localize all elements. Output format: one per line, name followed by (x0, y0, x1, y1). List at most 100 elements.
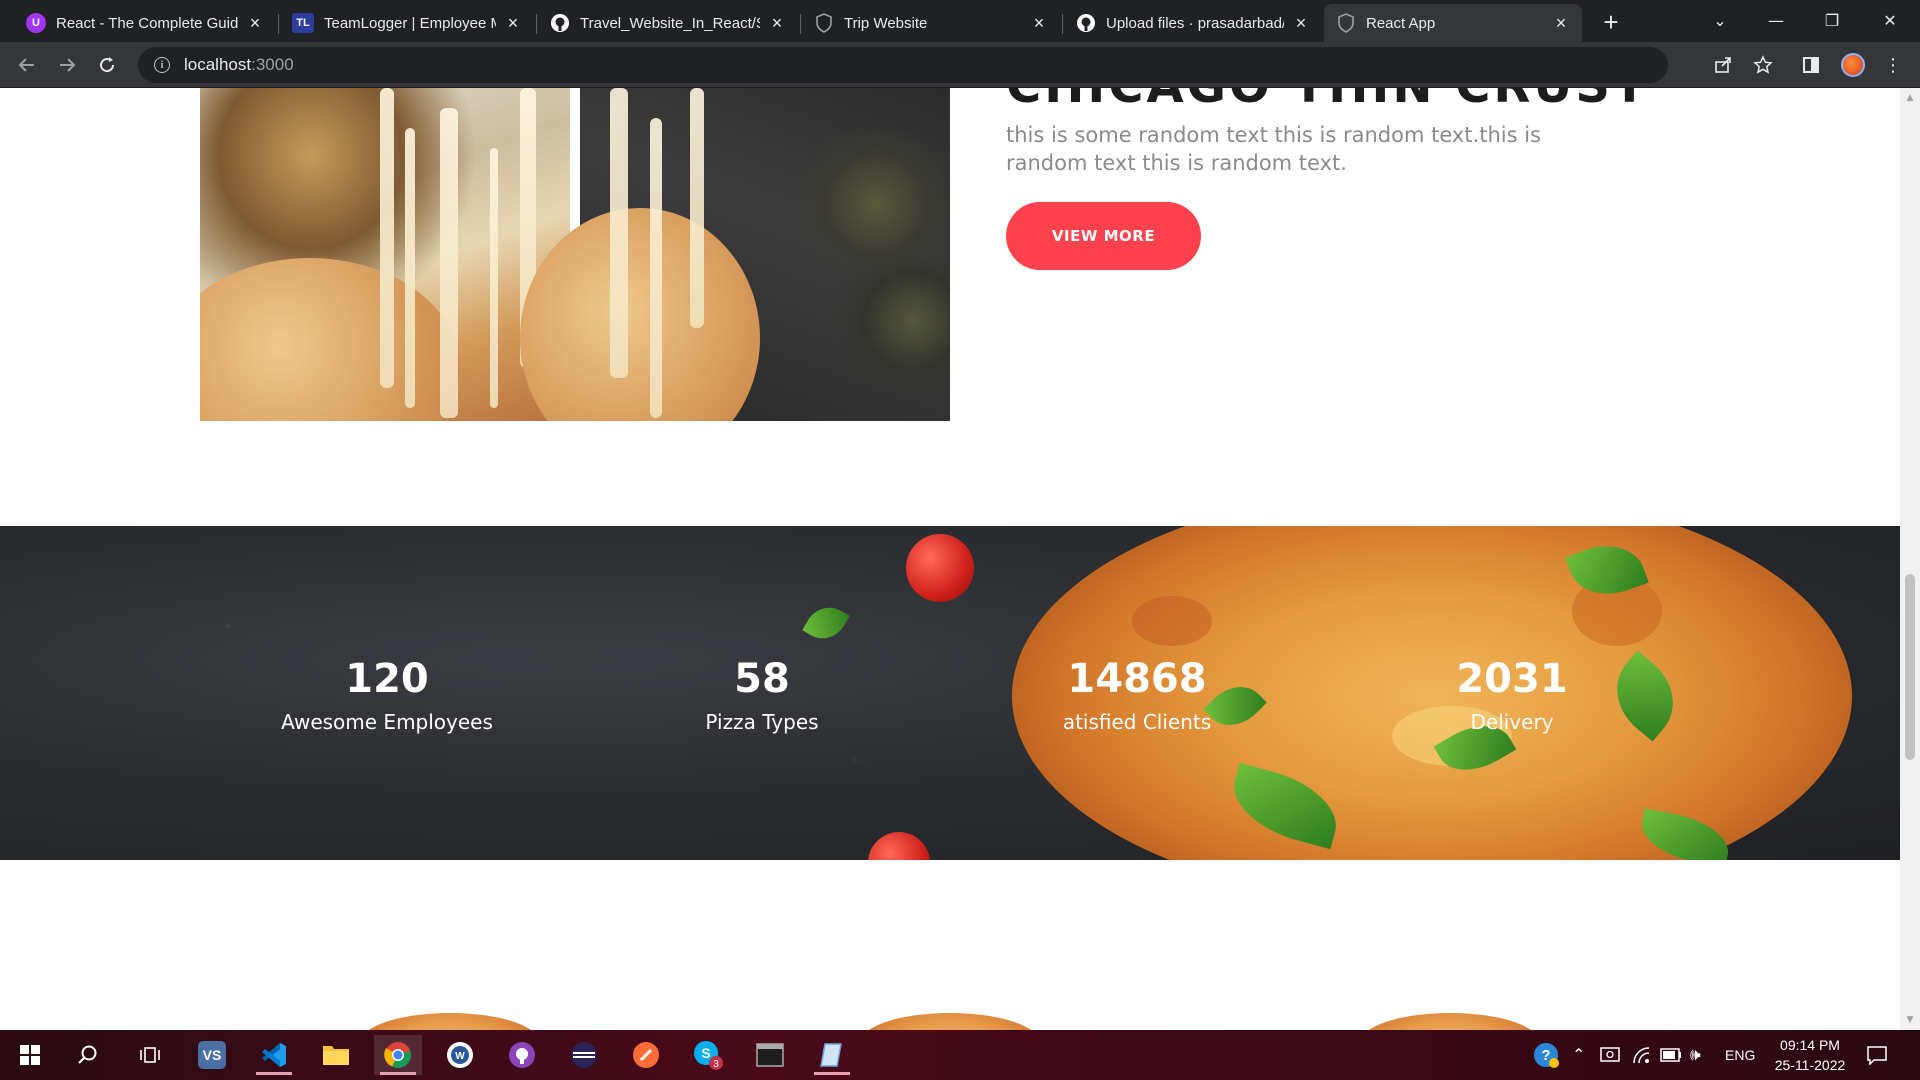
tab-divider (800, 14, 801, 34)
site-info-icon[interactable]: i (154, 57, 170, 73)
side-panel-icon[interactable] (1794, 48, 1828, 82)
tab-label: React App (1366, 14, 1436, 32)
new-tab-button[interactable]: + (1596, 7, 1626, 37)
visual-studio-icon[interactable]: VS (188, 1035, 236, 1075)
scroll-thumb[interactable] (1905, 574, 1915, 760)
browser-menu-icon[interactable]: ⋮ (1876, 48, 1910, 82)
skype-icon[interactable]: S3 (684, 1035, 732, 1075)
stat-label: Delivery (1470, 710, 1554, 734)
browser-tab-strip: U React - The Complete Guid × TL TeamLog… (0, 0, 1920, 42)
github-desktop-icon[interactable] (498, 1035, 546, 1075)
tab-teamlogger[interactable]: TL TeamLogger | Employee Mo × (280, 4, 534, 42)
file-explorer-icon[interactable] (312, 1035, 360, 1075)
github-icon (1076, 13, 1096, 33)
stat-clients: 14868 atisfied Clients (1007, 656, 1267, 734)
tab-label: Upload files · prasadarbad/ (1106, 14, 1284, 32)
address-bar[interactable]: i localhost:3000 (138, 47, 1668, 83)
close-icon[interactable]: × (504, 13, 522, 33)
stat-label: atisfied Clients (1062, 710, 1212, 734)
help-icon[interactable]: ? (1532, 1030, 1560, 1080)
tab-travel-website-github[interactable]: Travel_Website_In_React/Sc × (538, 4, 798, 42)
windows-start-icon[interactable] (6, 1035, 54, 1075)
eclipse-icon[interactable] (560, 1035, 608, 1075)
minimize-icon[interactable]: — (1748, 0, 1804, 40)
stat-label: Pizza Types (705, 710, 819, 734)
stat-value: 14868 (1067, 656, 1207, 702)
notepad-icon[interactable] (808, 1035, 856, 1075)
tab-search-icon[interactable]: ⌄ (1692, 0, 1748, 40)
tab-label: React - The Complete Guid (56, 14, 238, 32)
photo-detail (490, 148, 498, 408)
meet-now-icon[interactable] (1600, 1030, 1620, 1080)
tab-trip-website[interactable]: Trip Website × (802, 4, 1060, 42)
volume-icon[interactable]: 🕪 (1690, 1030, 1701, 1080)
url-host: localhost (184, 55, 252, 74)
tab-react-app[interactable]: React App × (1324, 4, 1582, 42)
section-heading: CHICAGO THIN CRUST (1006, 88, 1649, 114)
search-icon[interactable] (64, 1035, 112, 1075)
photo-detail (405, 128, 415, 408)
tab-divider (536, 14, 537, 34)
battery-icon[interactable] (1660, 1030, 1682, 1080)
restore-icon[interactable]: ❐ (1804, 0, 1860, 40)
svg-text:?: ? (1541, 1047, 1550, 1064)
scroll-up-icon[interactable]: ▲ (1904, 92, 1916, 104)
word-icon[interactable]: W (436, 1035, 484, 1075)
section-description: this is some random text this is random … (1006, 123, 1541, 175)
window-close-icon[interactable]: ✕ (1862, 0, 1918, 40)
close-icon[interactable]: × (246, 13, 264, 33)
photo-detail (440, 108, 458, 418)
forward-icon[interactable] (50, 48, 84, 82)
postman-icon[interactable] (622, 1035, 670, 1075)
pizza-detail (1132, 596, 1212, 646)
url-port: :3000 (251, 55, 294, 74)
stat-value: 58 (734, 656, 790, 702)
tab-react-complete-guide[interactable]: U React - The Complete Guid × (14, 4, 276, 42)
stat-value: 2031 (1456, 656, 1568, 702)
task-view-icon[interactable] (126, 1035, 174, 1075)
chrome-icon[interactable] (374, 1035, 422, 1075)
scroll-down-icon[interactable]: ▼ (1904, 1014, 1916, 1026)
clock-date: 25-11-2022 (1774, 1057, 1846, 1073)
view-more-button[interactable]: VIEW MORE (1006, 202, 1201, 270)
bookmark-star-icon[interactable] (1746, 48, 1780, 82)
close-icon[interactable]: × (1552, 13, 1570, 33)
photo-detail (380, 88, 394, 388)
notification-center-icon[interactable] (1866, 1030, 1888, 1080)
photo-detail (200, 258, 460, 421)
terminal-icon[interactable] (746, 1035, 794, 1075)
stat-label: Awesome Employees (281, 710, 493, 734)
language-indicator[interactable]: ENG (1725, 1030, 1755, 1080)
profile-avatar[interactable] (1836, 48, 1870, 82)
tomato (906, 534, 974, 602)
share-icon[interactable] (1706, 48, 1740, 82)
windows-taskbar: VS W S3 ? ⌃ 🕪 ENG 09:14 PM 25-11-2022 (0, 1030, 1920, 1080)
clock-time: 09:14 PM (1780, 1037, 1840, 1053)
tab-upload-files-github[interactable]: Upload files · prasadarbad/ × (1064, 4, 1322, 42)
wifi-icon[interactable] (1632, 1030, 1652, 1080)
reload-icon[interactable] (90, 48, 124, 82)
svg-text:S: S (701, 1045, 710, 1061)
shield-icon (814, 13, 834, 33)
shield-icon (1336, 13, 1356, 33)
photo-detail (690, 88, 704, 328)
photo-detail (610, 88, 628, 378)
close-icon[interactable]: × (1292, 13, 1310, 33)
github-icon (550, 13, 570, 33)
system-clock[interactable]: 09:14 PM 25-11-2022 (1765, 1035, 1855, 1075)
pizza-dish-image (1360, 1013, 1540, 1030)
vscode-icon[interactable] (250, 1035, 298, 1075)
page-scrollbar[interactable]: ▲ ▼ (1900, 88, 1920, 1030)
tab-label: TeamLogger | Employee Mo (324, 14, 496, 32)
skype-badge: 3 (713, 1059, 719, 1070)
teamlogger-icon: TL (292, 13, 314, 33)
pizza-dish-image (360, 1013, 540, 1030)
back-icon[interactable] (10, 48, 44, 82)
close-icon[interactable]: × (1030, 13, 1048, 33)
photo-detail (650, 118, 662, 418)
pizza-dish-image (860, 1013, 1040, 1030)
close-icon[interactable]: × (768, 13, 786, 33)
stat-employees: 120 Awesome Employees (257, 656, 517, 734)
tray-overflow-icon[interactable]: ⌃ (1572, 1030, 1585, 1080)
stat-pizza-types: 58 Pizza Types (632, 656, 892, 734)
